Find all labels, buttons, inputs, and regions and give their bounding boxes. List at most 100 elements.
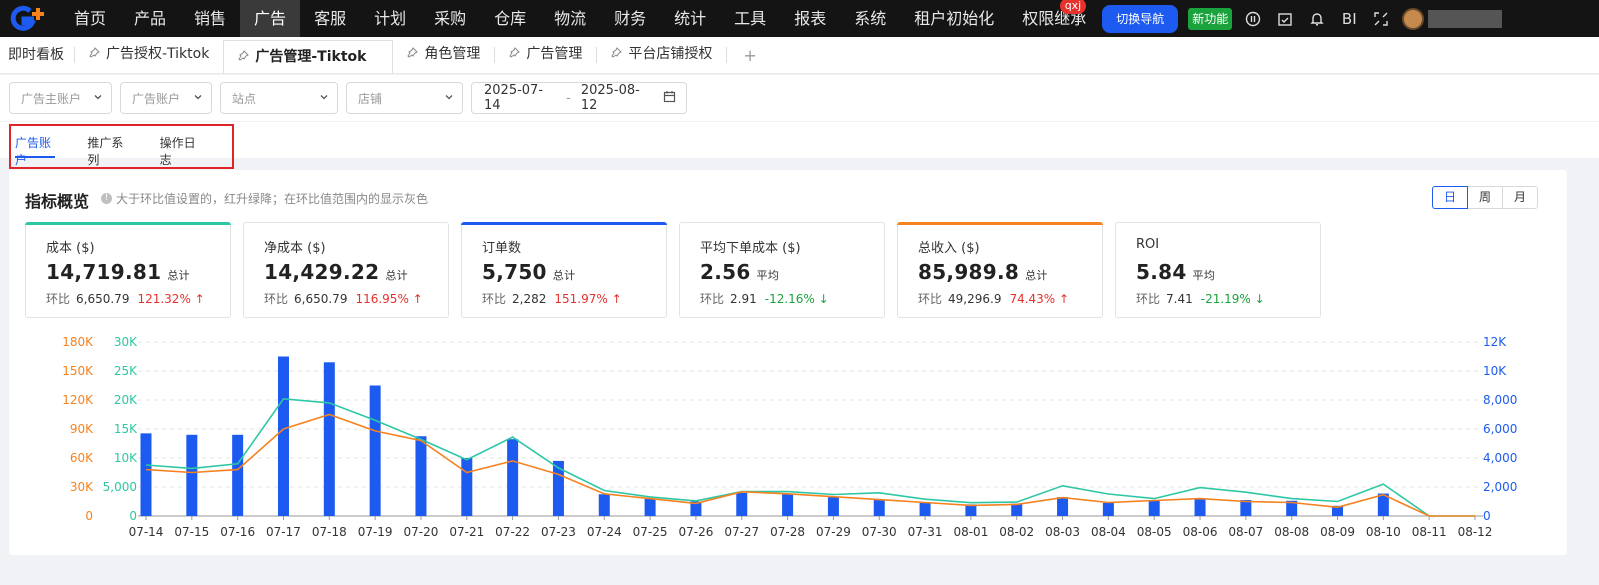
page-tab[interactable]: 广告授权-Tiktok [75, 36, 223, 73]
nav-item[interactable]: 工具 [720, 0, 780, 37]
chart-bar[interactable] [323, 362, 335, 516]
chart-series-line[interactable] [145, 413, 1475, 517]
period-button[interactable]: 日 [1432, 186, 1468, 209]
y-tick-label: 150K [62, 364, 94, 378]
app-logo[interactable] [0, 0, 60, 37]
chart-bar[interactable] [369, 385, 381, 517]
y-tick-label: 2,000 [1483, 480, 1517, 494]
site-select[interactable]: 站点 [220, 82, 338, 114]
x-tick-label: 08-10 [1366, 525, 1401, 539]
ad-account-select[interactable]: 广告账户 [120, 82, 212, 114]
page-tab[interactable]: 广告管理 [495, 36, 596, 73]
chart-bar[interactable] [1057, 497, 1069, 516]
bi-icon[interactable]: BI [1340, 10, 1358, 28]
metric-card[interactable]: 总收入 ($) 85,989.8 总计 环比 49,296.9 74.43% ↑ [897, 222, 1103, 318]
pin-icon[interactable] [509, 36, 521, 73]
bell-icon[interactable] [1308, 10, 1326, 28]
date-end[interactable]: 2025-08-12 [581, 83, 653, 113]
pin-icon[interactable] [611, 36, 623, 73]
chart-bar[interactable] [873, 500, 885, 516]
chart-bar[interactable] [598, 494, 610, 516]
chart-bar[interactable] [507, 439, 519, 516]
compare-value: 6,650.79 [76, 292, 130, 306]
chart-bar[interactable] [461, 458, 473, 516]
nav-item[interactable]: 系统 [840, 0, 900, 37]
nav-item[interactable]: 计划 [360, 0, 420, 37]
chart-bar[interactable] [1194, 499, 1206, 516]
chart-bar[interactable] [827, 497, 839, 516]
chart-bar[interactable] [644, 498, 656, 516]
sub-tab[interactable]: 推广系列 [87, 126, 127, 167]
chart-bar[interactable] [186, 434, 198, 516]
nav-item[interactable]: 销售 [180, 0, 240, 37]
y-tick-label: 10K [114, 451, 138, 465]
pin-icon[interactable] [89, 36, 100, 73]
period-button[interactable]: 周 [1467, 186, 1503, 209]
pin-icon[interactable] [238, 41, 250, 74]
nav-item[interactable]: 统计 [660, 0, 720, 37]
nav-item[interactable]: 权限继承 qxj [1008, 0, 1100, 37]
metric-card[interactable]: 净成本 ($) 14,429.22 总计 环比 6,650.79 116.95% ↑ [243, 222, 449, 318]
chart-bar[interactable] [1240, 500, 1252, 516]
nav-item[interactable]: 财务 [600, 0, 660, 37]
chart-bar[interactable] [782, 494, 794, 516]
chart-bar[interactable] [1102, 502, 1114, 516]
sub-tab[interactable]: 广告账户 [15, 126, 56, 167]
x-tick-label: 07-16 [220, 525, 255, 539]
page-tab[interactable]: 平台店铺授权 [597, 36, 726, 73]
chart-bar[interactable] [919, 502, 931, 516]
nav-item[interactable]: 产品 [120, 0, 180, 37]
compare-value: 2.91 [730, 292, 757, 306]
shop-select[interactable]: 店铺 [346, 82, 463, 114]
chart-series-line[interactable] [145, 397, 1475, 517]
nav-item[interactable]: 租户初始化 [900, 0, 1008, 37]
x-tick-label: 08-11 [1412, 525, 1447, 539]
metric-card[interactable]: ROI 5.84 平均 环比 7.41 -21.19% ↓ [1115, 222, 1321, 318]
pin-icon[interactable] [407, 36, 419, 73]
date-range-picker[interactable]: 2025-07-14 - 2025-08-12 [471, 82, 687, 114]
nav-item[interactable]: 物流 [540, 0, 600, 37]
ad-owner-select[interactable]: 广告主账户 [9, 82, 112, 114]
chart-bar[interactable] [232, 434, 244, 516]
chart-bar[interactable] [415, 436, 427, 516]
metric-value-row: 5,750 总计 [482, 260, 575, 284]
page-tab[interactable]: 广告管理-Tiktok [223, 40, 394, 74]
period-button[interactable]: 月 [1502, 186, 1538, 209]
metric-label: 净成本 ($) [264, 241, 326, 256]
calendar-check-icon[interactable] [1276, 10, 1294, 28]
tab-dashboard[interactable]: 即时看板 [0, 47, 75, 63]
nav-item[interactable]: 首页 [60, 0, 120, 37]
add-tab-button[interactable]: + [727, 46, 772, 65]
metric-value: 5.84 [1136, 260, 1187, 284]
page-tab[interactable]: 角色管理 [393, 36, 494, 73]
chart-bar[interactable] [140, 433, 152, 516]
new-feature-button[interactable]: 新功能 [1188, 7, 1233, 30]
nav-item[interactable]: 仓库 [480, 0, 540, 37]
x-tick-label: 07-22 [495, 525, 530, 539]
nav-item[interactable]: 广告 [240, 0, 301, 37]
metric-card[interactable]: 成本 ($) 14,719.81 总计 环比 6,650.79 121.32% ↑ [25, 222, 231, 318]
sub-tab[interactable]: 操作日志 [160, 126, 200, 167]
chart-bar[interactable] [277, 356, 289, 517]
nav-item-label: 系统 [854, 9, 887, 28]
fullscreen-icon[interactable] [1372, 10, 1390, 28]
date-start[interactable]: 2025-07-14 [484, 83, 556, 113]
x-tick-label: 07-17 [266, 525, 301, 539]
chevron-down-icon [93, 92, 103, 105]
nav-item[interactable]: 采购 [420, 0, 480, 37]
user-avatar[interactable] [1402, 7, 1425, 30]
metric-card[interactable]: 订单数 5,750 总计 环比 2,282 151.97% ↑ [461, 222, 667, 318]
nav-item[interactable]: 报表 [780, 0, 840, 37]
chart-bar[interactable] [1011, 503, 1023, 516]
switch-nav-button[interactable]: 切换导航 [1102, 4, 1179, 33]
user-name-redacted[interactable] [1428, 9, 1503, 28]
nav-item[interactable]: 客服 [300, 0, 360, 37]
page-tab-label: 广告授权-Tiktok [106, 46, 210, 62]
chevron-down-icon [444, 92, 454, 105]
chart-bar[interactable] [736, 492, 748, 516]
metric-accent-bar [897, 222, 1103, 225]
pause-circle-icon[interactable] [1244, 10, 1262, 28]
metric-card[interactable]: 平均下单成本 ($) 2.56 平均 环比 2.91 -12.16% ↓ [679, 222, 885, 318]
chart-bar[interactable] [1148, 500, 1160, 516]
metric-label: 平均下单成本 ($) [700, 241, 801, 256]
